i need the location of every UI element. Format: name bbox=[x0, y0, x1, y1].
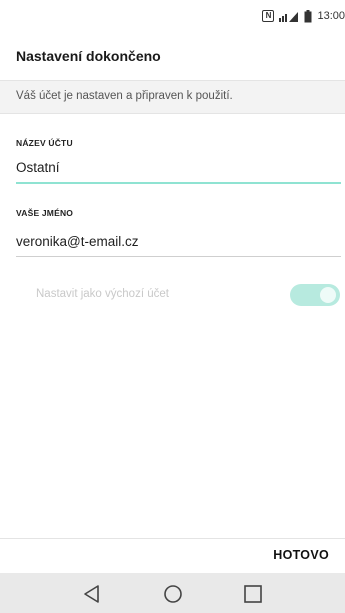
info-banner: Váš účet je nastaven a připraven k použi… bbox=[0, 80, 345, 114]
your-name-label: VAŠE JMÉNO bbox=[16, 208, 74, 218]
page-title: Nastavení dokončeno bbox=[16, 48, 161, 64]
navigation-bar bbox=[0, 573, 345, 613]
status-icons: N 13:00 bbox=[262, 9, 345, 23]
account-name-label: NÁZEV ÚČTU bbox=[16, 138, 73, 148]
account-name-input[interactable]: Ostatní bbox=[16, 160, 60, 175]
back-icon[interactable] bbox=[80, 583, 104, 605]
account-name-underline bbox=[16, 182, 341, 184]
default-account-row: Nastavit jako výchozí účet bbox=[0, 280, 345, 310]
bottom-divider bbox=[0, 538, 345, 539]
info-text: Váš účet je nastaven a připraven k použi… bbox=[16, 90, 233, 102]
done-button[interactable]: HOTOVO bbox=[273, 548, 329, 562]
default-account-label: Nastavit jako výchozí účet bbox=[36, 288, 169, 300]
status-bar: N 13:00 bbox=[0, 0, 345, 34]
your-name-input[interactable]: veronika@t-email.cz bbox=[16, 234, 139, 249]
toggle-thumb bbox=[320, 287, 336, 303]
home-icon[interactable] bbox=[161, 583, 185, 605]
default-account-toggle[interactable] bbox=[290, 284, 340, 306]
signal-icon bbox=[279, 10, 299, 22]
nfc-icon: N bbox=[262, 10, 275, 22]
battery-icon bbox=[304, 9, 312, 23]
your-name-underline bbox=[16, 256, 341, 257]
recents-icon[interactable] bbox=[241, 583, 265, 605]
title-bar: Nastavení dokončeno bbox=[0, 34, 345, 78]
status-time: 13:00 bbox=[317, 10, 345, 22]
